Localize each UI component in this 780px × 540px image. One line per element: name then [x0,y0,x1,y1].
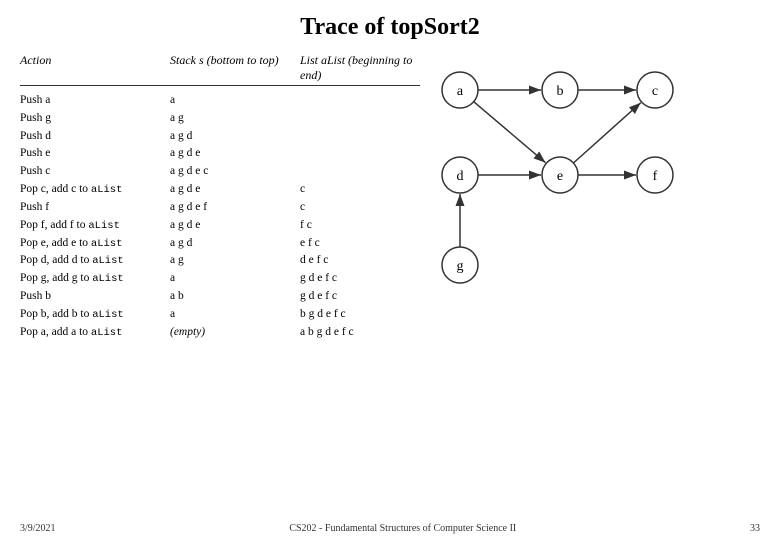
cell-list: b g d e f c [300,306,420,324]
cell-stack: a g d e c [170,163,300,181]
table-section: Action Stack s (bottom to top) List aLis… [20,53,420,341]
cell-action: Push b [20,288,170,306]
cell-stack: a b [170,288,300,306]
cell-stack: a g d e [170,217,300,235]
cell-list [300,92,420,110]
table-row: Pop b, add b to aListab g d e f c [20,306,420,324]
cell-list [300,163,420,181]
node-label-f: f [653,169,658,184]
cell-list: d e f c [300,252,420,270]
cell-list [300,145,420,163]
cell-action: Push a [20,92,170,110]
node-label-a: a [457,84,464,99]
cell-list: c [300,181,420,199]
cell-list [300,128,420,146]
cell-action: Push e [20,145,170,163]
graph-svg: a b c d e f g [420,48,680,358]
node-label-g: g [457,259,464,274]
footer-page: 33 [750,523,760,534]
cell-stack: a g [170,252,300,270]
cell-action: Pop g, add g to aList [20,270,170,288]
cell-list: f c [300,217,420,235]
cell-action: Push g [20,110,170,128]
table-row: Pop e, add e to aLista g de f c [20,235,420,253]
cell-action: Pop d, add d to aList [20,252,170,270]
cell-stack: a g d e f [170,199,300,217]
cell-stack: a g d [170,235,300,253]
cell-action: Push c [20,163,170,181]
cell-stack: (empty) [170,324,300,342]
content-area: Action Stack s (bottom to top) List aLis… [20,53,760,341]
table-row: Push da g d [20,128,420,146]
table-row: Pop f, add f to aLista g d ef c [20,217,420,235]
cell-stack: a g [170,110,300,128]
cell-stack: a g d e [170,181,300,199]
table-row: Push ba bg d e f c [20,288,420,306]
cell-action: Pop c, add c to aList [20,181,170,199]
table-row: Pop g, add g to aListag d e f c [20,270,420,288]
col-header-list: List aList (beginning to end) [300,53,420,86]
cell-stack: a [170,270,300,288]
cell-action: Pop f, add f to aList [20,217,170,235]
column-headers: Action Stack s (bottom to top) List aLis… [20,53,420,86]
cell-stack: a g d [170,128,300,146]
cell-stack: a g d e [170,145,300,163]
cell-list: g d e f c [300,270,420,288]
table-row: Push aa [20,92,420,110]
cell-list: e f c [300,235,420,253]
cell-action: Push f [20,199,170,217]
cell-list [300,110,420,128]
table-row: Pop a, add a to aList(empty)a b g d e f … [20,324,420,342]
page-title: Trace of topSort2 [20,14,760,41]
table-row: Pop c, add c to aLista g d ec [20,181,420,199]
footer-course: CS202 - Fundamental Structures of Comput… [289,523,516,534]
cell-action: Pop b, add b to aList [20,306,170,324]
table-row: Push ga g [20,110,420,128]
footer-date: 3/9/2021 [20,523,56,534]
edge-e-c [573,103,640,163]
node-label-d: d [457,169,464,184]
cell-action: Pop a, add a to aList [20,324,170,342]
node-label-c: c [652,84,658,99]
node-label-e: e [557,169,563,184]
cell-list: g d e f c [300,288,420,306]
col-header-action: Action [20,53,170,86]
node-label-b: b [557,84,564,99]
cell-stack: a [170,92,300,110]
graph-section: a b c d e f g [420,48,760,341]
table-row: Push fa g d e fc [20,199,420,217]
col-header-stack: Stack s (bottom to top) [170,53,300,86]
table-row: Push ca g d e c [20,163,420,181]
cell-list: c [300,199,420,217]
edge-a-e [474,102,546,163]
cell-list: a b g d e f c [300,324,420,342]
cell-stack: a [170,306,300,324]
table-body: Push aaPush ga gPush da g dPush ea g d e… [20,92,420,341]
cell-action: Push d [20,128,170,146]
cell-action: Pop e, add e to aList [20,235,170,253]
page: Trace of topSort2 Action Stack s (bottom… [0,0,780,540]
table-row: Pop d, add d to aLista gd e f c [20,252,420,270]
footer: 3/9/2021 CS202 - Fundamental Structures … [20,523,760,534]
table-row: Push ea g d e [20,145,420,163]
